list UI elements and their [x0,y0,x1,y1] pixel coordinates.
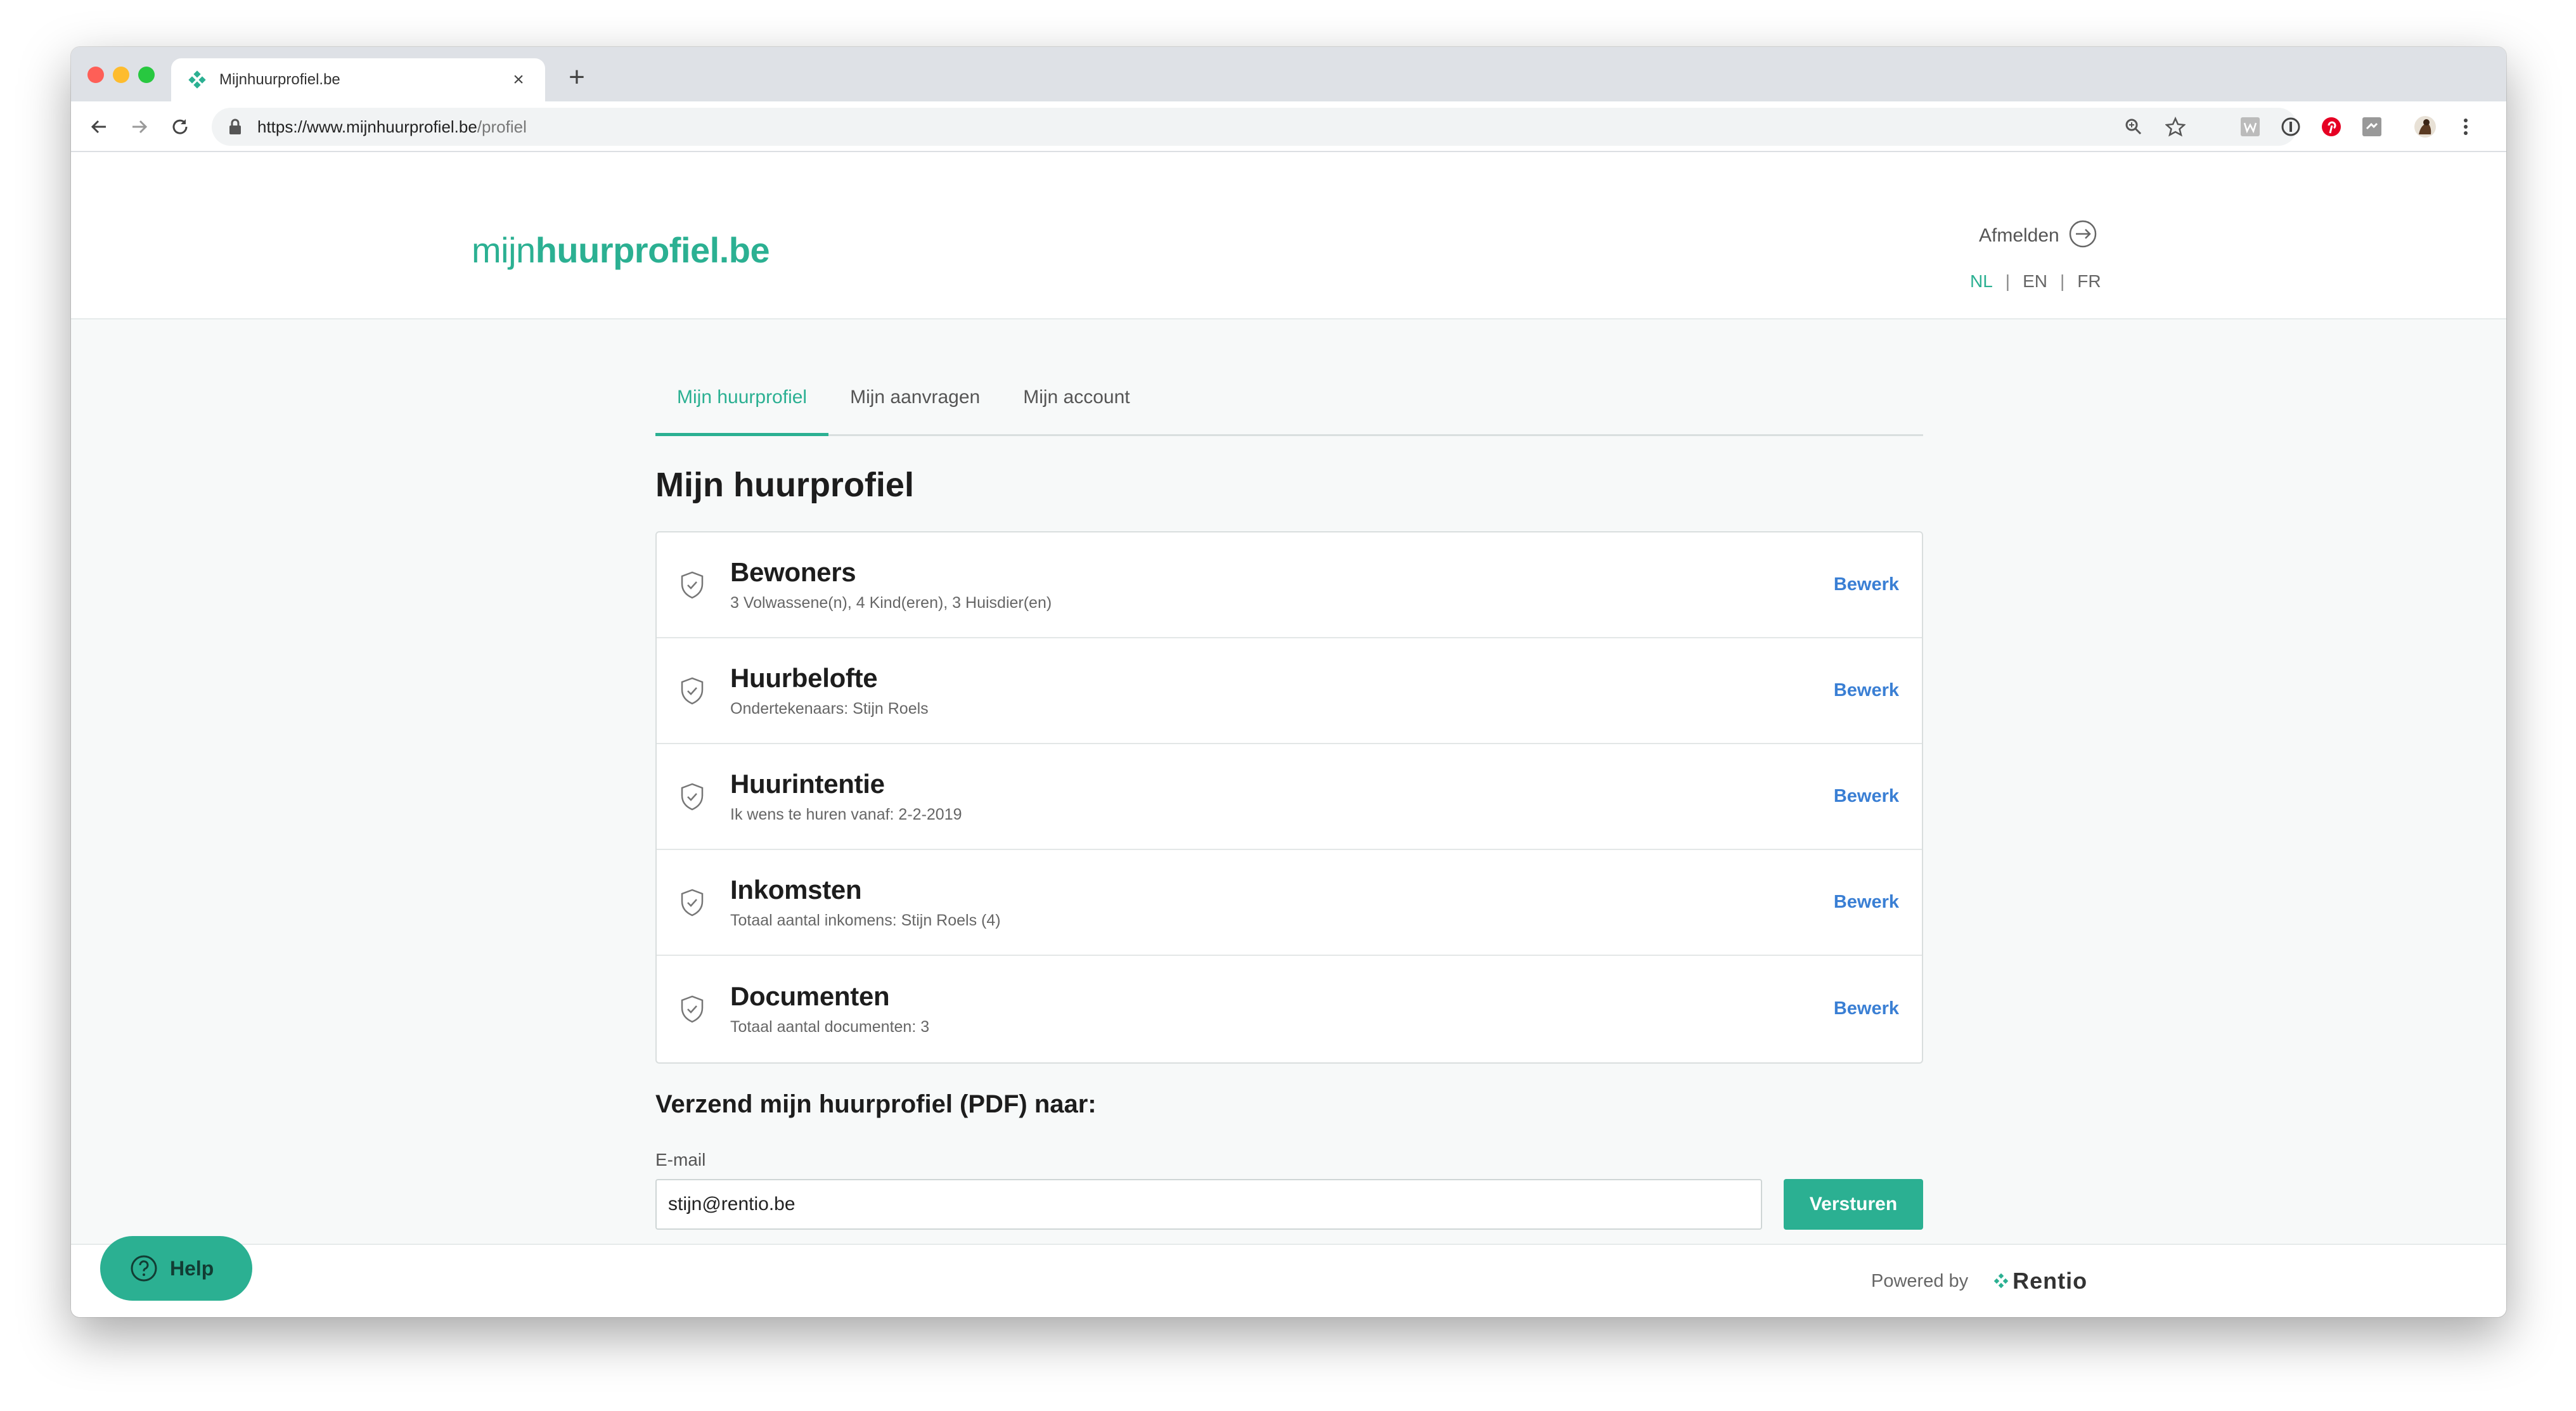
send-button[interactable]: Versturen [1784,1179,1923,1230]
shield-check-icon [679,994,706,1024]
address-bar[interactable]: https://www.mijnhuurprofiel.be/profiel [212,108,2297,146]
section-subtitle: 3 Volwassene(n), 4 Kind(eren), 3 Huisdie… [730,594,1052,612]
star-icon[interactable] [2161,113,2189,141]
lock-icon [228,117,245,136]
send-pdf-title: Verzend mijn huurprofiel (PDF) naar: [655,1090,1097,1118]
shield-check-icon [679,570,706,600]
close-window-button[interactable] [87,67,104,83]
site-logo[interactable]: mijnhuurprofiel.be [472,229,770,271]
shield-check-icon [679,676,706,706]
zoom-icon[interactable] [2120,113,2148,141]
email-input[interactable] [655,1179,1762,1230]
tab-title: Mijnhuurprofiel.be [219,71,340,88]
section-title: Bewoners [730,557,856,587]
logout-link[interactable]: Afmelden [1979,219,2097,252]
section-row-bewoners: Bewoners 3 Volwassene(n), 4 Kind(eren), … [657,532,1922,638]
url-path: /profiel [477,117,527,136]
site-footer [71,1244,2506,1317]
section-title: Huurbelofte [730,663,878,693]
back-icon[interactable] [85,113,113,141]
new-tab-button[interactable]: + [563,63,591,91]
profile-sections: Bewoners 3 Volwassene(n), 4 Kind(eren), … [655,531,1923,1064]
browser-window: Mijnhuurprofiel.be × + https://www.mijnh… [71,47,2506,1317]
logo-light-text: mijn [472,230,536,270]
edit-documenten-link[interactable]: Bewerk [1834,998,1899,1019]
browser-menu-icon[interactable] [2452,113,2480,141]
profile-tabs: Mijn huurprofiel Mijn aanvragen Mijn acc… [655,358,1923,436]
favicon-icon [186,69,208,91]
powered-by: Powered by Rentio [1871,1268,2087,1294]
section-subtitle: Totaal aantal inkomens: Stijn Roels (4) [730,912,1001,929]
help-button[interactable]: Help [100,1236,252,1301]
edit-huurintentie-link[interactable]: Bewerk [1834,786,1899,807]
lang-en[interactable]: EN [2023,271,2047,292]
shield-check-icon [679,887,706,918]
profile-avatar[interactable] [2411,113,2439,141]
tab-strip: Mijnhuurprofiel.be × + [71,47,2506,101]
site-header: mijnhuurprofiel.be Afmelden NL | EN | FR [71,152,2506,319]
lang-separator: | [2005,271,2011,291]
lang-nl[interactable]: NL [1970,271,1993,292]
pinterest-icon[interactable] [2317,113,2345,141]
section-title: Inkomsten [730,875,862,905]
section-title: Documenten [730,981,890,1011]
rentio-brand-text: Rentio [2012,1268,2088,1294]
powered-by-label: Powered by [1871,1270,1969,1291]
section-subtitle: Ik wens te huren vanaf: 2-2-2019 [730,806,962,823]
forward-icon[interactable] [126,113,153,141]
reload-icon[interactable] [166,113,194,141]
logout-label: Afmelden [1979,224,2059,246]
section-row-documenten: Documenten Totaal aantal documenten: 3 B… [657,956,1922,1062]
rentio-brand[interactable]: Rentio [1993,1268,2087,1294]
url-host: https://www.mijnhuurprofiel.be [257,117,477,136]
browser-toolbar: https://www.mijnhuurprofiel.be/profiel [71,101,2506,152]
tab-mijn-aanvragen[interactable]: Mijn aanvragen [828,358,1001,434]
extension-clip-icon[interactable] [2358,113,2386,141]
language-switcher: NL | EN | FR [1970,271,2101,292]
section-row-inkomsten: Inkomsten Totaal aantal inkomens: Stijn … [657,850,1922,956]
section-row-huurintentie: Huurintentie Ik wens te huren vanaf: 2-2… [657,744,1922,850]
close-tab-icon[interactable]: × [507,68,530,91]
maximize-window-button[interactable] [138,67,155,83]
browser-tab[interactable]: Mijnhuurprofiel.be × [171,58,545,101]
url-text: https://www.mijnhuurprofiel.be/profiel [257,117,527,137]
page-title: Mijn huurprofiel [655,466,914,504]
help-label: Help [170,1256,214,1280]
lang-fr[interactable]: FR [2077,271,2101,292]
edit-huurbelofte-link[interactable]: Bewerk [1834,680,1899,701]
shield-check-icon [679,782,706,812]
email-label: E-mail [655,1150,706,1169]
tab-mijn-account[interactable]: Mijn account [1001,358,1151,434]
extension-w-icon[interactable] [2236,113,2264,141]
section-subtitle: Totaal aantal documenten: 3 [730,1018,930,1036]
lang-separator: | [2059,271,2065,291]
logo-bold-text: huurprofiel.be [535,230,770,270]
extension-password-icon[interactable] [2277,113,2305,141]
help-icon [129,1254,158,1283]
logout-icon [2068,219,2097,252]
edit-bewoners-link[interactable]: Bewerk [1834,574,1899,595]
minimize-window-button[interactable] [113,67,129,83]
section-title: Huurintentie [730,769,885,799]
tab-mijn-huurprofiel[interactable]: Mijn huurprofiel [655,358,829,436]
rentio-logo-icon [1993,1273,2009,1289]
edit-inkomsten-link[interactable]: Bewerk [1834,892,1899,913]
section-row-huurbelofte: Huurbelofte Ondertekenaars: Stijn Roels … [657,638,1922,744]
section-subtitle: Ondertekenaars: Stijn Roels [730,700,929,718]
